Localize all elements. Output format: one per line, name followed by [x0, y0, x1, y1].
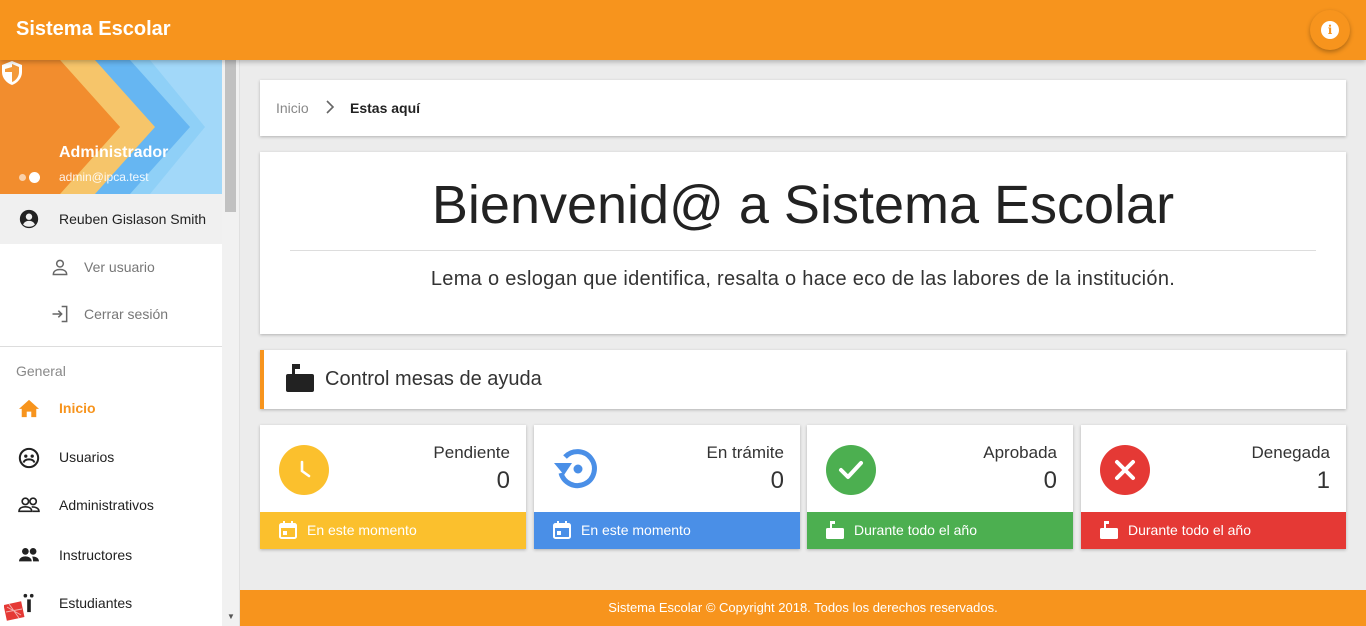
page-title: Bienvenid@ a Sistema Escolar — [431, 175, 1175, 235]
shield-icon — [2, 61, 22, 85]
stat-card-en-tramite[interactable]: En trámite 0 En este momento — [534, 425, 800, 549]
breadcrumb: Inicio Estas aquí — [260, 80, 1346, 136]
sidebar-scrollbar[interactable]: ▼ — [222, 60, 239, 626]
menu-item-cerrar-sesion[interactable]: Cerrar sesión — [0, 291, 222, 337]
nav-section-label: General — [16, 363, 66, 379]
sidebar-item-label: Administrativos — [59, 497, 154, 513]
home-icon — [19, 399, 39, 418]
menu-item-ver-usuario[interactable]: Ver usuario — [0, 244, 222, 290]
check-icon — [826, 445, 876, 495]
calendar-icon — [279, 521, 297, 539]
calendar-icon — [553, 521, 571, 539]
section-title: Control mesas de ayuda — [325, 368, 542, 390]
account-toggle[interactable] — [19, 172, 41, 183]
user-name: Reuben Gislason Smith — [59, 211, 207, 227]
account-circle-icon — [19, 209, 39, 229]
people-outline-icon — [18, 497, 40, 513]
info-button[interactable]: i — [1310, 10, 1350, 50]
sidebar-item-inicio[interactable]: Inicio — [0, 385, 222, 431]
stat-label: En trámite — [706, 443, 784, 462]
user-account-row[interactable]: Reuben Gislason Smith — [0, 194, 222, 244]
section-header: Control mesas de ayuda — [260, 350, 1346, 409]
sidebar-item-administrativos[interactable]: Administrativos — [0, 482, 222, 528]
sidebar-item-label: Instructores — [59, 547, 133, 563]
app-title[interactable]: Sistema Escolar — [16, 18, 171, 41]
stat-footer-text: Durante todo el año — [1128, 522, 1251, 538]
stat-value: 0 — [1043, 467, 1057, 494]
stat-label: Aprobada — [983, 443, 1057, 462]
footer-copyright: Sistema Escolar © Copyright 2018. Todos … — [608, 600, 998, 615]
scroll-down-arrow-icon[interactable]: ▼ — [227, 612, 235, 621]
sidebar: Administrador admin@ipca.test Reuben Gis… — [0, 60, 240, 626]
profile-header: Administrador admin@ipca.test — [0, 60, 222, 194]
stat-footer: Durante todo el año — [1081, 512, 1346, 549]
page-footer: Sistema Escolar © Copyright 2018. Todos … — [240, 590, 1366, 626]
person-outline-icon — [52, 259, 68, 276]
menu-item-label: Cerrar sesión — [84, 306, 169, 322]
sidebar-item-label: Inicio — [59, 400, 96, 416]
stat-footer-text: En este momento — [581, 522, 691, 538]
stat-value: 0 — [496, 467, 510, 494]
sidebar-item-estudiantes[interactable]: Estudiantes — [0, 580, 222, 626]
stat-footer-text: Durante todo el año — [854, 522, 977, 538]
stat-card-aprobada[interactable]: Aprobada 0 Durante todo el año — [807, 425, 1073, 549]
stat-footer: Durante todo el año — [807, 512, 1073, 549]
stat-footer: En este momento — [534, 512, 800, 549]
stat-card-pendiente[interactable]: Pendiente 0 En este momento — [260, 425, 526, 549]
stat-footer: En este momento — [260, 512, 526, 549]
mailbox-icon — [1100, 521, 1118, 539]
mailbox-icon — [286, 364, 314, 392]
divider — [290, 250, 1316, 251]
close-icon — [1100, 445, 1150, 495]
welcome-card: Bienvenid@ a Sistema Escolar Lema o eslo… — [260, 152, 1346, 334]
stat-label: Denegada — [1251, 443, 1330, 462]
info-icon: i — [1321, 21, 1339, 39]
sidebar-item-label: Estudiantes — [59, 595, 133, 611]
stat-value: 0 — [770, 467, 784, 494]
restore-icon — [549, 441, 605, 497]
app-logo-icon — [4, 601, 25, 621]
clock-icon — [279, 445, 329, 495]
profile-email: admin@ipca.test — [59, 170, 149, 184]
profile-role: Administrador — [59, 144, 169, 161]
chevron-right-icon — [326, 100, 335, 114]
stat-card-denegada[interactable]: Denegada 1 Durante todo el año — [1081, 425, 1346, 549]
sidebar-item-usuarios[interactable]: Usuarios — [0, 434, 222, 480]
people-icon — [19, 548, 39, 562]
divider — [0, 346, 222, 347]
stat-label: Pendiente — [433, 443, 510, 462]
breadcrumb-home-link[interactable]: Inicio — [276, 100, 309, 116]
stat-value: 1 — [1316, 467, 1330, 494]
sidebar-item-label: Usuarios — [59, 449, 115, 465]
sidebar-item-instructores[interactable]: Instructores — [0, 532, 222, 578]
scrollbar-thumb[interactable] — [225, 60, 236, 212]
breadcrumb-current: Estas aquí — [350, 100, 421, 116]
stat-footer-text: En este momento — [307, 522, 417, 538]
menu-item-label: Ver usuario — [84, 259, 155, 275]
users-circle-icon — [18, 447, 40, 469]
mailbox-icon — [826, 521, 844, 539]
logout-icon — [52, 305, 68, 323]
top-app-bar: Sistema Escolar i — [0, 0, 1366, 60]
page-subtitle: Lema o eslogan que identifica, resalta o… — [430, 268, 1176, 290]
